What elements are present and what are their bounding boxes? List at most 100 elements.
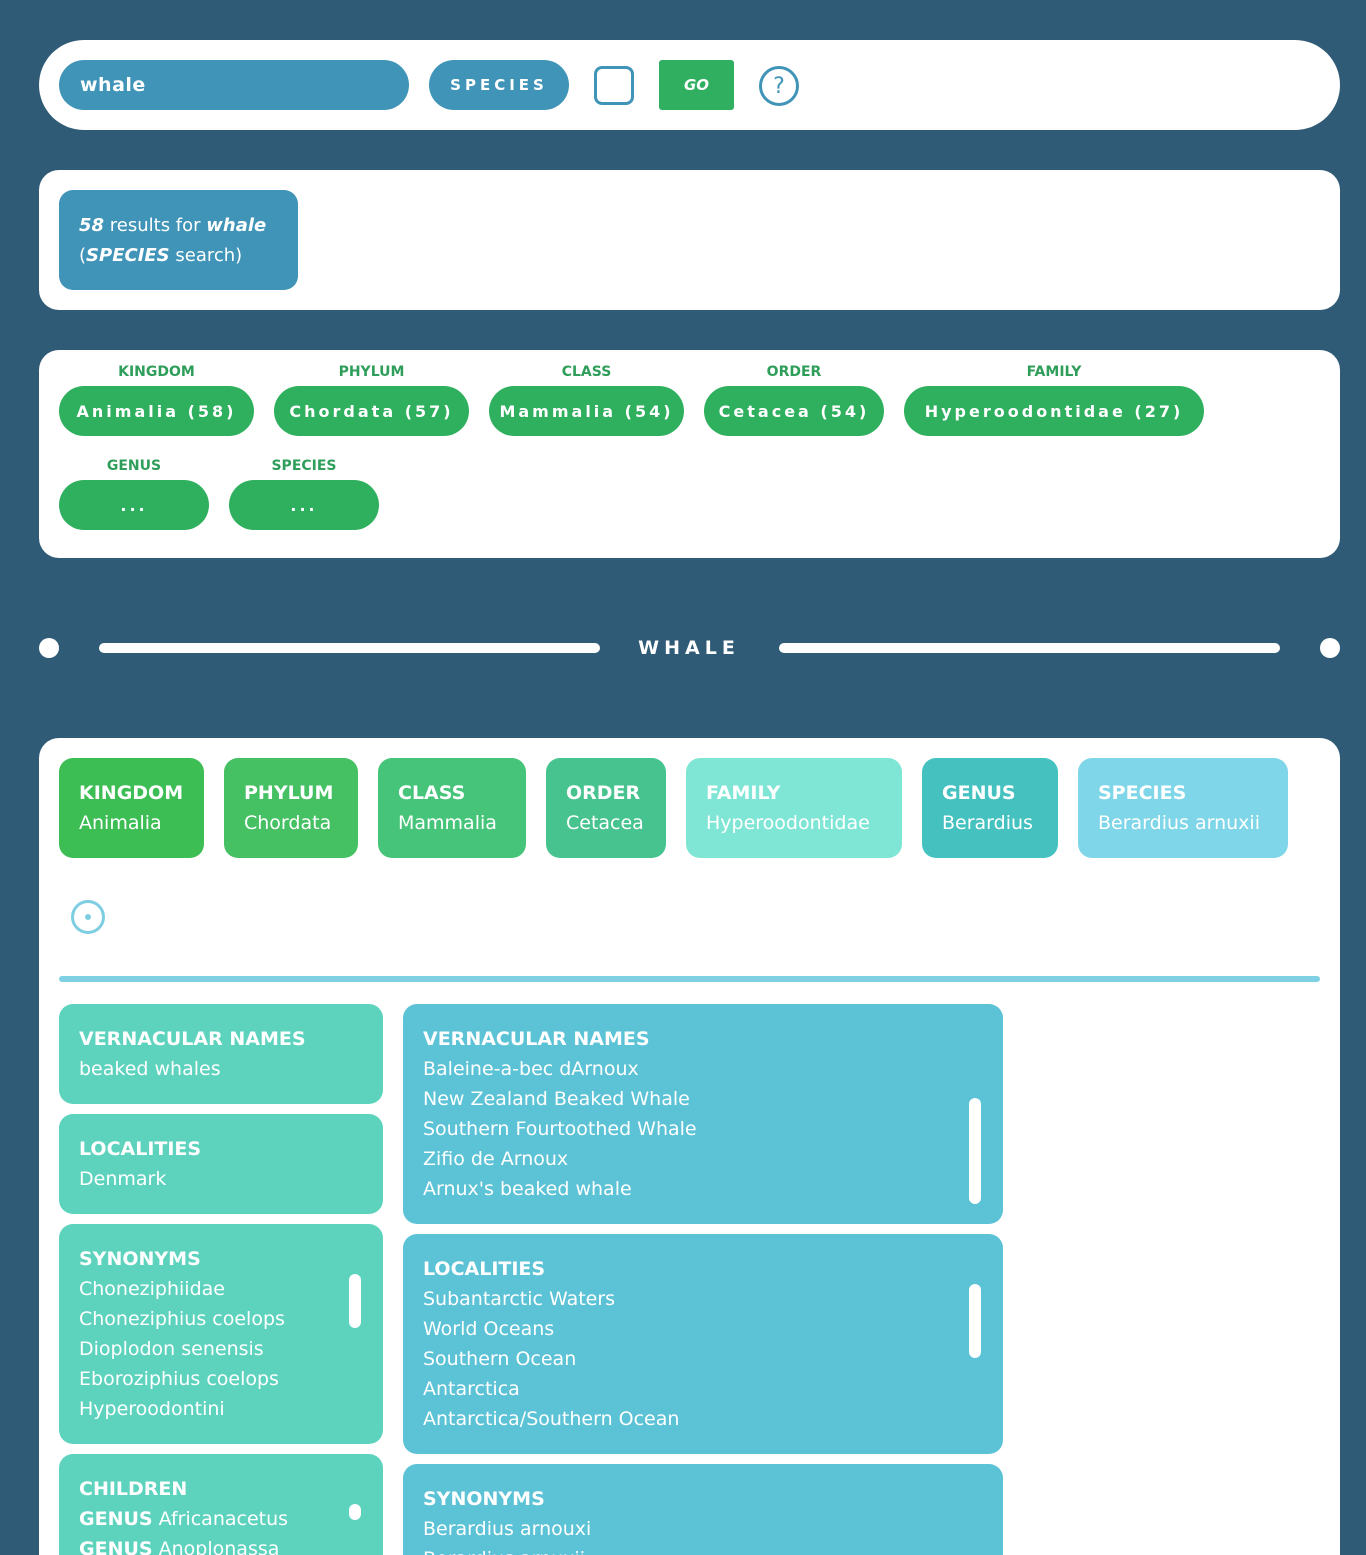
child-rank: GENUS — [79, 1538, 153, 1555]
card-title: SYNONYMS — [423, 1488, 545, 1510]
rank-card-phylum[interactable]: PHYLUM Chordata — [224, 758, 358, 858]
filter-label: PHYLUM — [338, 364, 405, 380]
scrollbar-thumb[interactable] — [349, 1274, 361, 1328]
family-localities-card: LOCALITIES Denmark — [59, 1114, 383, 1214]
search-type-button[interactable]: SPECIES — [429, 60, 569, 110]
card-title: LOCALITIES — [423, 1258, 546, 1280]
filter-class: CLASS Mammalia (54) — [489, 362, 684, 436]
rank-value: Hyperoodontidae — [706, 812, 870, 834]
divider-line-left — [99, 643, 600, 653]
rank-name: SPECIES — [1098, 782, 1187, 804]
taxonomy-filter-panel: KINGDOM Animalia (58) PHYLUM Chordata (5… — [39, 350, 1340, 558]
rank-value: Cetacea — [566, 812, 644, 834]
list-item: Berardius arnouxi — [423, 1518, 592, 1540]
results-search-text: search) — [169, 245, 243, 266]
rank-card-order[interactable]: ORDER Cetacea — [546, 758, 666, 858]
divider-dot-left — [39, 638, 59, 658]
filter-label: CLASS — [561, 364, 612, 380]
rank-value: Berardius arnuxii — [1098, 812, 1260, 834]
card-title: SYNONYMS — [79, 1248, 201, 1270]
go-button[interactable]: GO — [659, 60, 734, 110]
filter-label: SPECIES — [271, 458, 337, 474]
child-name[interactable]: Anoplonassa — [159, 1538, 280, 1555]
child-name[interactable]: Africanacetus — [159, 1508, 288, 1530]
filter-pill-genus[interactable]: ... — [59, 480, 209, 530]
divider-line-right — [779, 643, 1280, 653]
list-item: beaked whales — [79, 1058, 221, 1080]
list-item: Eboroziphius coelops — [79, 1368, 279, 1390]
filter-pill-family[interactable]: Hyperoodontidae (27) — [904, 386, 1204, 436]
list-item: Baleine-a-bec dArnoux — [423, 1058, 639, 1080]
family-vernacular-card: VERNACULAR NAMES beaked whales — [59, 1004, 383, 1104]
divider-dot-right — [1320, 638, 1340, 658]
rank-name: PHYLUM — [244, 782, 334, 804]
rank-card-kingdom[interactable]: KINGDOM Animalia — [59, 758, 204, 858]
list-item: GENUS Anoplonassa — [79, 1534, 363, 1555]
list-item: GENUS Africanacetus — [79, 1504, 363, 1534]
rank-card-genus[interactable]: GENUS Berardius — [922, 758, 1058, 858]
filter-family: FAMILY Hyperoodontidae (27) — [904, 362, 1204, 436]
family-children-card: CHILDREN GENUS Africanacetus GENUS Anopl… — [59, 1454, 383, 1555]
filter-pill-class[interactable]: Mammalia (54) — [489, 386, 684, 436]
search-checkbox[interactable] — [594, 66, 634, 105]
card-title: VERNACULAR NAMES — [423, 1028, 650, 1050]
species-synonyms-card: SYNONYMS Berardius arnouxi Berardius arn… — [403, 1464, 1003, 1555]
species-vernacular-card: VERNACULAR NAMES Baleine-a-bec dArnoux N… — [403, 1004, 1003, 1224]
scrollbar-thumb[interactable] — [969, 1098, 981, 1204]
results-count: 58 — [79, 215, 105, 236]
card-title: LOCALITIES — [79, 1138, 202, 1160]
detail-panel: KINGDOM Animalia PHYLUM Chordata CLASS M… — [39, 738, 1340, 1555]
list-item: New Zealand Beaked Whale — [423, 1088, 690, 1110]
filter-label: FAMILY — [1026, 364, 1082, 380]
filter-pill-kingdom[interactable]: Animalia (58) — [59, 386, 254, 436]
list-item: Hyperoodontini — [79, 1398, 225, 1420]
rank-value: Chordata — [244, 812, 332, 834]
rank-card-class[interactable]: CLASS Mammalia — [378, 758, 526, 858]
filter-label: ORDER — [766, 364, 822, 380]
filter-label: KINGDOM — [118, 364, 195, 380]
list-item: World Oceans — [423, 1318, 555, 1340]
list-item: Zifio de Arnoux — [423, 1148, 569, 1170]
filter-label: GENUS — [106, 458, 162, 474]
list-item: Denmark — [79, 1168, 167, 1190]
search-input[interactable] — [59, 60, 409, 110]
rank-name: FAMILY — [706, 782, 781, 804]
question-circle-icon[interactable]: ? — [759, 66, 799, 106]
rank-value: Animalia — [79, 812, 162, 834]
filter-pill-phylum[interactable]: Chordata (57) — [274, 386, 469, 436]
results-open-paren: ( — [79, 245, 87, 266]
results-panel: 58 results for whale (SPECIES search) — [39, 170, 1340, 310]
rank-card-species[interactable]: SPECIES Berardius arnuxii — [1078, 758, 1288, 858]
species-localities-card: LOCALITIES Subantarctic Waters World Oce… — [403, 1234, 1003, 1454]
results-text: results for — [104, 215, 207, 236]
list-item: Choneziphiidae — [79, 1278, 225, 1300]
rank-value: Berardius — [942, 812, 1033, 834]
detail-divider — [59, 976, 1320, 982]
rank-value: Mammalia — [398, 812, 497, 834]
rank-name: ORDER — [566, 782, 641, 804]
child-rank: GENUS — [79, 1508, 153, 1530]
rank-card-family[interactable]: FAMILY Hyperoodontidae — [686, 758, 902, 858]
list-item: Berardius arnuxii — [423, 1544, 983, 1555]
scrollbar-thumb[interactable] — [349, 1504, 361, 1520]
filter-pill-species[interactable]: ... — [229, 480, 379, 530]
scrollbar-thumb[interactable] — [969, 1284, 981, 1358]
filter-phylum: PHYLUM Chordata (57) — [274, 362, 469, 436]
list-item: Antarctica — [423, 1378, 520, 1400]
filter-kingdom: KINGDOM Animalia (58) — [59, 362, 254, 436]
search-panel: SPECIES GO ? — [39, 40, 1340, 130]
filter-pill-order[interactable]: Cetacea (54) — [704, 386, 884, 436]
rank-name: CLASS — [398, 782, 466, 804]
target-icon[interactable] — [71, 900, 105, 934]
card-title: CHILDREN — [79, 1478, 188, 1500]
filter-order: ORDER Cetacea (54) — [704, 362, 884, 436]
results-search-type: SPECIES — [86, 245, 170, 266]
filter-genus: GENUS ... — [59, 456, 209, 530]
filter-species: SPECIES ... — [229, 456, 379, 530]
list-item: Southern Fourtoothed Whale — [423, 1118, 697, 1140]
list-item: Choneziphius coelops — [79, 1308, 285, 1330]
results-summary: 58 results for whale (SPECIES search) — [59, 190, 298, 290]
section-title: WHALE — [638, 637, 740, 659]
rank-name: KINGDOM — [79, 782, 184, 804]
results-query: whale — [206, 215, 267, 236]
